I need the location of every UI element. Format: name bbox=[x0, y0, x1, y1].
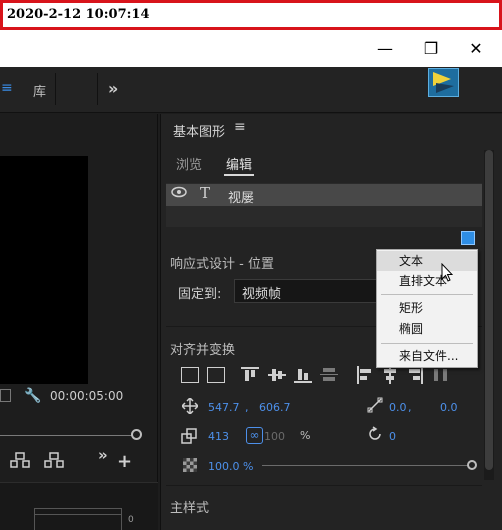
divider bbox=[97, 73, 98, 105]
timeline-grid bbox=[34, 508, 122, 530]
tab-library[interactable]: 库 bbox=[33, 81, 46, 100]
align-horizontal-center-icon[interactable] bbox=[207, 367, 225, 383]
menu-separator bbox=[381, 294, 473, 295]
divider bbox=[55, 73, 56, 105]
panel-scroll-thumb[interactable] bbox=[485, 150, 493, 470]
video-frame bbox=[0, 156, 88, 384]
scrub-bar[interactable] bbox=[0, 435, 136, 436]
menu-item-vertical-text[interactable]: 直排文本 bbox=[377, 271, 477, 291]
menu-item-rectangle[interactable]: 矩形 bbox=[377, 298, 477, 318]
layer-row[interactable] bbox=[166, 184, 482, 206]
opacity-value[interactable]: 100.0 % bbox=[208, 460, 253, 473]
maximize-button[interactable]: ❐ bbox=[408, 30, 454, 67]
rotation-value[interactable]: 0 bbox=[389, 430, 396, 443]
align-top-icon[interactable] bbox=[241, 366, 259, 388]
position-separator: , bbox=[245, 401, 249, 414]
menu-item-from-file[interactable]: 来自文件... bbox=[377, 346, 477, 366]
menu-separator bbox=[381, 343, 473, 344]
opacity-icon bbox=[183, 458, 197, 472]
text-layer-icon: T bbox=[200, 184, 211, 202]
position-x[interactable]: 547.7 bbox=[208, 401, 240, 414]
layer-name: 视屡 bbox=[228, 191, 255, 206]
insert-icon[interactable] bbox=[10, 452, 30, 472]
new-layer-menu: 文本 直排文本 矩形 椭圆 来自文件... bbox=[376, 249, 478, 368]
app-logo-icon bbox=[428, 68, 459, 97]
menu-item-text[interactable]: 文本 bbox=[377, 251, 477, 271]
checkbox[interactable] bbox=[0, 389, 11, 402]
timestamp-banner: 2020-2-12 10:07:14 bbox=[0, 0, 502, 30]
scale-height-value[interactable]: 100 bbox=[264, 430, 285, 443]
align-middle-icon[interactable] bbox=[268, 366, 286, 388]
section-divider bbox=[166, 485, 482, 486]
scrub-handle[interactable] bbox=[131, 429, 142, 440]
tab-edit[interactable]: 编辑 bbox=[226, 154, 252, 173]
master-style-heading: 主样式 bbox=[170, 501, 210, 516]
link-icon[interactable]: ∞ bbox=[246, 427, 263, 444]
rotation-icon bbox=[367, 426, 383, 446]
menu-item-ellipse[interactable]: 椭圆 bbox=[377, 319, 477, 339]
tab-browse[interactable]: 浏览 bbox=[176, 154, 202, 173]
new-layer-icon[interactable] bbox=[461, 231, 475, 245]
active-tab-indicator bbox=[224, 174, 254, 176]
align-bottom-icon[interactable] bbox=[294, 366, 312, 388]
distribute-vertical-icon[interactable] bbox=[320, 366, 338, 388]
anchor-separator: , bbox=[408, 401, 412, 414]
align-transform-heading: 对齐并变换 bbox=[170, 343, 236, 358]
align-right-icon[interactable] bbox=[406, 366, 424, 388]
align-vertical-center-icon[interactable] bbox=[181, 367, 199, 383]
pin-to-label: 固定到: bbox=[178, 287, 222, 302]
opacity-slider[interactable] bbox=[262, 465, 472, 466]
position-y[interactable]: 606.7 bbox=[259, 401, 291, 414]
wrench-icon[interactable]: 🔧 bbox=[24, 388, 41, 404]
timeline-grid-line bbox=[34, 514, 122, 515]
mouse-cursor-icon bbox=[441, 262, 454, 283]
eye-icon[interactable] bbox=[171, 186, 187, 202]
align-center-icon[interactable] bbox=[381, 366, 399, 388]
add-button[interactable]: + bbox=[117, 451, 132, 472]
anchor-x[interactable]: 0.0 bbox=[389, 401, 407, 414]
overwrite-icon[interactable] bbox=[44, 452, 64, 472]
panel-menu-icon[interactable]: ≡ bbox=[234, 119, 246, 135]
position-icon bbox=[181, 397, 199, 418]
distribute-horizontal-icon[interactable] bbox=[432, 366, 450, 388]
scale-unit: % bbox=[300, 429, 311, 442]
opacity-slider-handle[interactable] bbox=[467, 460, 477, 470]
pin-to-value: 视频帧 bbox=[242, 287, 282, 302]
scale-icon bbox=[181, 428, 197, 448]
panel-title: 基本图形 bbox=[173, 125, 226, 140]
responsive-design-heading: 响应式设计 - 位置 bbox=[170, 257, 274, 272]
timecode: 00:00:05:00 bbox=[50, 389, 124, 403]
anchor-y[interactable]: 0.0 bbox=[440, 401, 458, 414]
timestamp-text: 2020-2-12 10:07:14 bbox=[7, 7, 150, 22]
align-left-icon[interactable] bbox=[356, 366, 374, 388]
tab-menu-icon[interactable]: ≡ bbox=[1, 80, 13, 96]
scale-value[interactable]: 413 bbox=[208, 430, 229, 443]
close-button[interactable]: ✕ bbox=[453, 30, 499, 67]
anchor-icon bbox=[367, 397, 383, 417]
more-controls-icon[interactable]: » bbox=[98, 446, 108, 464]
tab-overflow-icon[interactable]: » bbox=[108, 79, 118, 98]
panel-tab-bar bbox=[0, 67, 502, 113]
timeline-value: 0 bbox=[128, 515, 134, 525]
minimize-button[interactable]: — bbox=[362, 30, 408, 67]
